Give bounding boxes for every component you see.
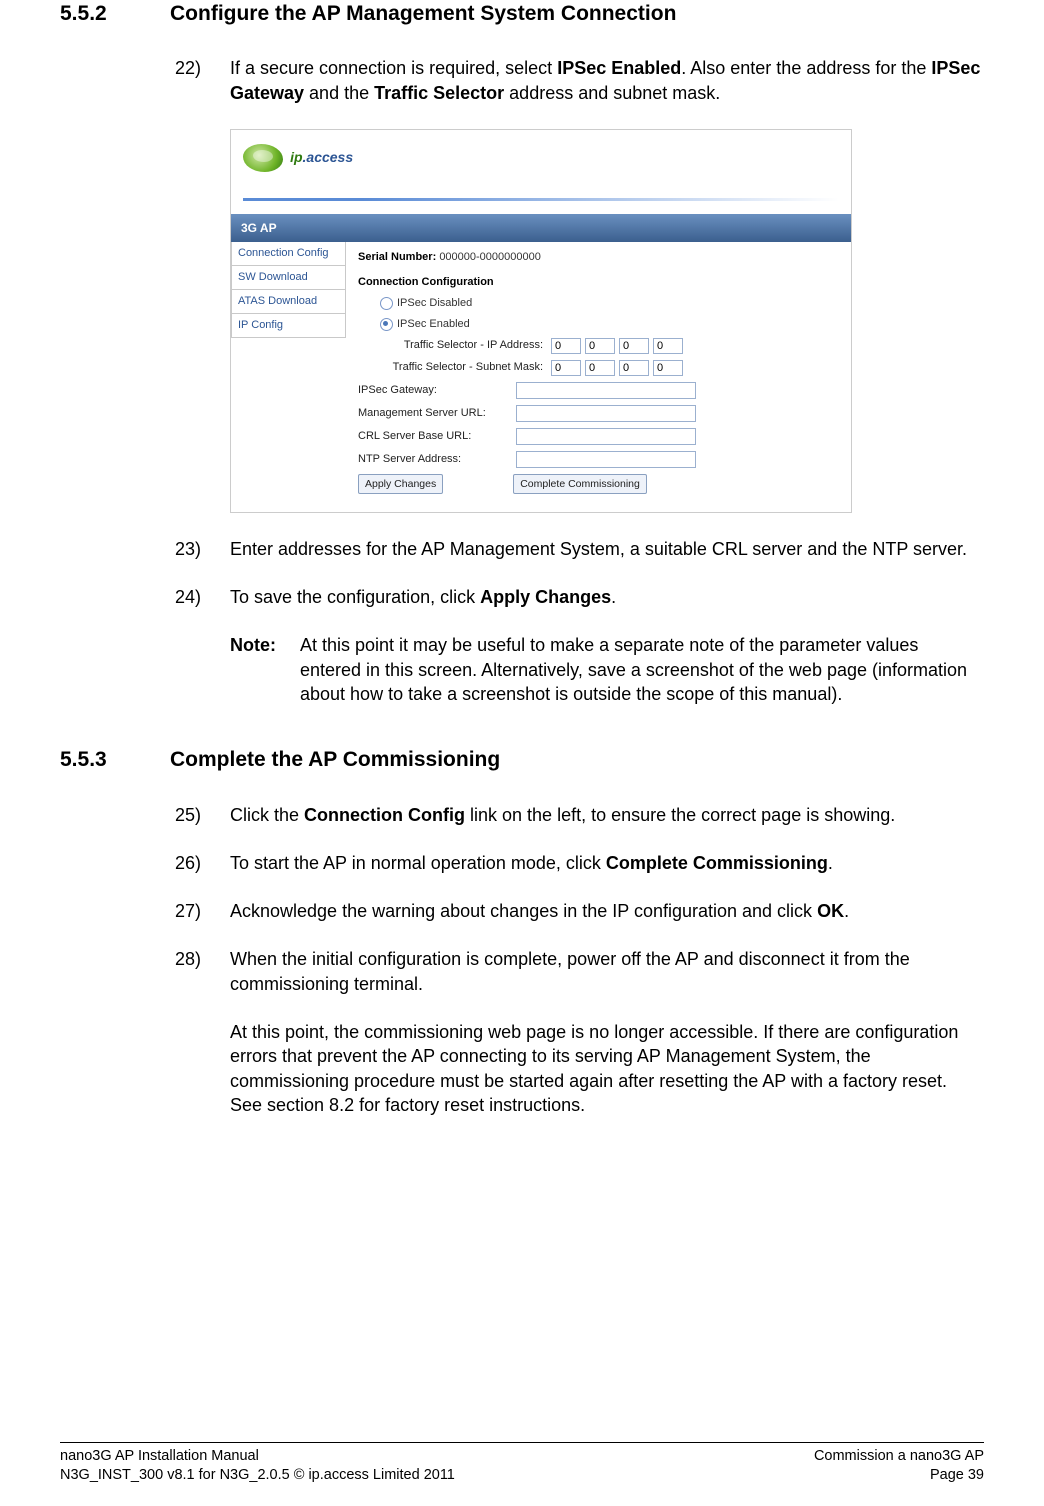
complete-commissioning-button[interactable]: Complete Commissioning xyxy=(513,474,647,494)
ts-mask-octets: 0 0 0 0 xyxy=(551,360,683,376)
nav-ip-config[interactable]: IP Config xyxy=(231,314,346,338)
section-title: Configure the AP Management System Conne… xyxy=(170,0,984,28)
mgmt-server-input[interactable] xyxy=(516,405,696,422)
ipsec-gateway-label: IPSec Gateway: xyxy=(358,383,516,398)
octet-input[interactable]: 0 xyxy=(551,360,581,376)
step-28-continuation: At this point, the commissioning web pag… xyxy=(230,1020,984,1117)
ts-ip-label: Traffic Selector - IP Address: xyxy=(358,338,551,353)
step-number: 23) xyxy=(175,537,230,561)
step-26: 26) To start the AP in normal operation … xyxy=(175,851,984,875)
ntp-server-label: NTP Server Address: xyxy=(358,452,516,467)
step-22: 22) If a secure connection is required, … xyxy=(175,56,984,105)
radio-label: IPSec Disabled xyxy=(397,296,472,311)
ntp-server-input[interactable] xyxy=(516,451,696,468)
step-28: 28) When the initial configuration is co… xyxy=(175,947,984,996)
radio-icon[interactable] xyxy=(380,297,393,310)
octet-input[interactable]: 0 xyxy=(585,360,615,376)
step-number: 24) xyxy=(175,585,230,609)
crl-server-input[interactable] xyxy=(516,428,696,445)
ipaccess-logo-icon xyxy=(243,144,283,172)
gradient-divider xyxy=(243,198,839,201)
ipsec-disabled-row[interactable]: IPSec Disabled xyxy=(358,296,839,311)
octet-input[interactable]: 0 xyxy=(585,338,615,354)
octet-input[interactable]: 0 xyxy=(551,338,581,354)
footer-chapter: Commission a nano3G AP xyxy=(814,1447,984,1467)
ipaccess-logo-text: ip.access xyxy=(290,148,353,167)
footer-page-number: Page 39 xyxy=(814,1466,984,1486)
step-number: 26) xyxy=(175,851,230,875)
footer-copyright: N3G_INST_300 v8.1 for N3G_2.0.5 © ip.acc… xyxy=(60,1466,455,1486)
step-25: 25) Click the Connection Config link on … xyxy=(175,803,984,827)
note-text: At this point it may be useful to make a… xyxy=(300,633,984,706)
step-number: 25) xyxy=(175,803,230,827)
step-body: Click the Connection Config link on the … xyxy=(230,803,984,827)
octet-input[interactable]: 0 xyxy=(619,360,649,376)
step-27: 27) Acknowledge the warning about change… xyxy=(175,899,984,923)
config-screenshot: ip.access 3G AP Connection Config SW Dow… xyxy=(230,129,984,513)
serial-label: Serial Number: xyxy=(358,250,436,265)
step-body: Acknowledge the warning about changes in… xyxy=(230,899,984,923)
serial-value: 000000-0000000000 xyxy=(439,250,541,265)
nav-atas-download[interactable]: ATAS Download xyxy=(231,290,346,314)
octet-input[interactable]: 0 xyxy=(653,338,683,354)
ts-ip-octets: 0 0 0 0 xyxy=(551,338,683,354)
section-number: 5.5.3 xyxy=(60,746,170,774)
step-body: To start the AP in normal operation mode… xyxy=(230,851,984,875)
section-title: Complete the AP Commissioning xyxy=(170,746,984,774)
octet-input[interactable]: 0 xyxy=(653,360,683,376)
section-heading-5.5.2: 5.5.2 Configure the AP Management System… xyxy=(60,0,984,28)
breadcrumb-bar: 3G AP xyxy=(231,214,851,242)
step-number: 27) xyxy=(175,899,230,923)
radio-label: IPSec Enabled xyxy=(397,317,470,332)
step-number: 22) xyxy=(175,56,230,105)
apply-changes-button[interactable]: Apply Changes xyxy=(358,474,443,494)
step-24: 24) To save the configuration, click App… xyxy=(175,585,984,609)
step-body: If a secure connection is required, sele… xyxy=(230,56,984,105)
step-body: Enter addresses for the AP Management Sy… xyxy=(230,537,984,561)
ipsec-enabled-row[interactable]: IPSec Enabled xyxy=(358,317,839,332)
nav-sw-download[interactable]: SW Download xyxy=(231,266,346,290)
note-block: Note: At this point it may be useful to … xyxy=(230,633,984,706)
note-label: Note: xyxy=(230,633,300,706)
step-number: 28) xyxy=(175,947,230,996)
nav-sidebar: Connection Config SW Download ATAS Downl… xyxy=(231,242,346,512)
ts-mask-label: Traffic Selector - Subnet Mask: xyxy=(358,360,551,375)
ipsec-gateway-input[interactable] xyxy=(516,382,696,399)
footer-doc-title: nano3G AP Installation Manual xyxy=(60,1447,455,1467)
section-heading-5.5.3: 5.5.3 Complete the AP Commissioning xyxy=(60,746,984,774)
mgmt-server-label: Management Server URL: xyxy=(358,406,516,421)
form-title: Connection Configuration xyxy=(358,275,839,290)
radio-icon[interactable] xyxy=(380,318,393,331)
page-footer: nano3G AP Installation Manual N3G_INST_3… xyxy=(60,1442,984,1486)
crl-server-label: CRL Server Base URL: xyxy=(358,429,516,444)
step-body: When the initial configuration is comple… xyxy=(230,947,984,996)
nav-connection-config[interactable]: Connection Config xyxy=(231,242,346,266)
octet-input[interactable]: 0 xyxy=(619,338,649,354)
section-number: 5.5.2 xyxy=(60,0,170,28)
step-23: 23) Enter addresses for the AP Managemen… xyxy=(175,537,984,561)
step-body: To save the configuration, click Apply C… xyxy=(230,585,984,609)
